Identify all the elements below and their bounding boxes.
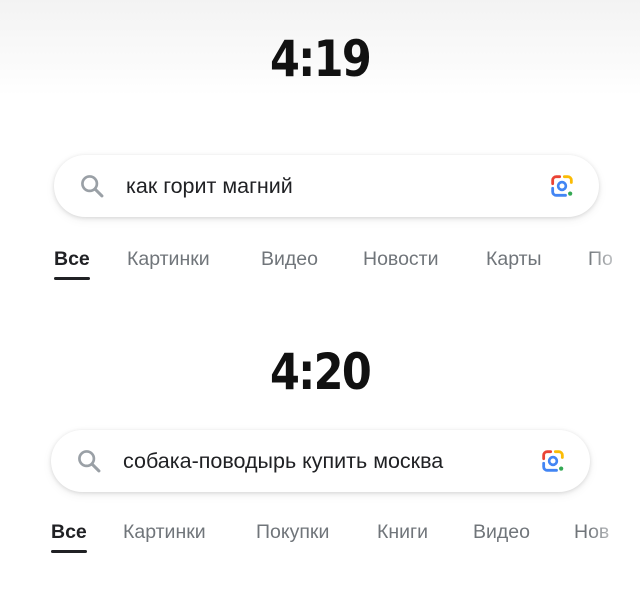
tab-edge-fade — [588, 520, 640, 560]
tab-books[interactable]: Книги — [377, 520, 428, 544]
tab-images[interactable]: Картинки — [123, 520, 206, 544]
time-label-1: 4:19 — [269, 30, 372, 88]
tab-maps[interactable]: Карты — [486, 247, 542, 271]
search-icon[interactable] — [78, 172, 106, 200]
tab-bar-2: Все Картинки Покупки Книги Видео Нов — [0, 520, 640, 560]
search-bar-2[interactable]: собака-поводырь купить москва — [51, 430, 590, 492]
tab-video[interactable]: Видео — [473, 520, 530, 544]
tab-images[interactable]: Картинки — [127, 247, 210, 271]
tab-news[interactable]: Новости — [363, 247, 439, 271]
tab-video[interactable]: Видео — [261, 247, 318, 271]
google-lens-icon[interactable] — [539, 447, 567, 475]
active-tab-underline — [54, 277, 90, 280]
time-label-2: 4:20 — [269, 343, 372, 401]
tab-edge-fade — [588, 247, 640, 287]
tab-all[interactable]: Все — [51, 520, 87, 544]
search-query-1[interactable]: как горит магний — [126, 155, 546, 217]
google-lens-icon[interactable] — [548, 172, 576, 200]
query-fade — [445, 436, 505, 486]
search-bar-1[interactable]: как горит магний — [54, 155, 599, 217]
active-tab-underline — [51, 550, 87, 553]
search-icon[interactable] — [75, 447, 103, 475]
tab-all[interactable]: Все — [54, 247, 90, 271]
tab-shopping[interactable]: Покупки — [256, 520, 329, 544]
tab-bar-1: Все Картинки Видео Новости Карты По — [0, 247, 640, 287]
